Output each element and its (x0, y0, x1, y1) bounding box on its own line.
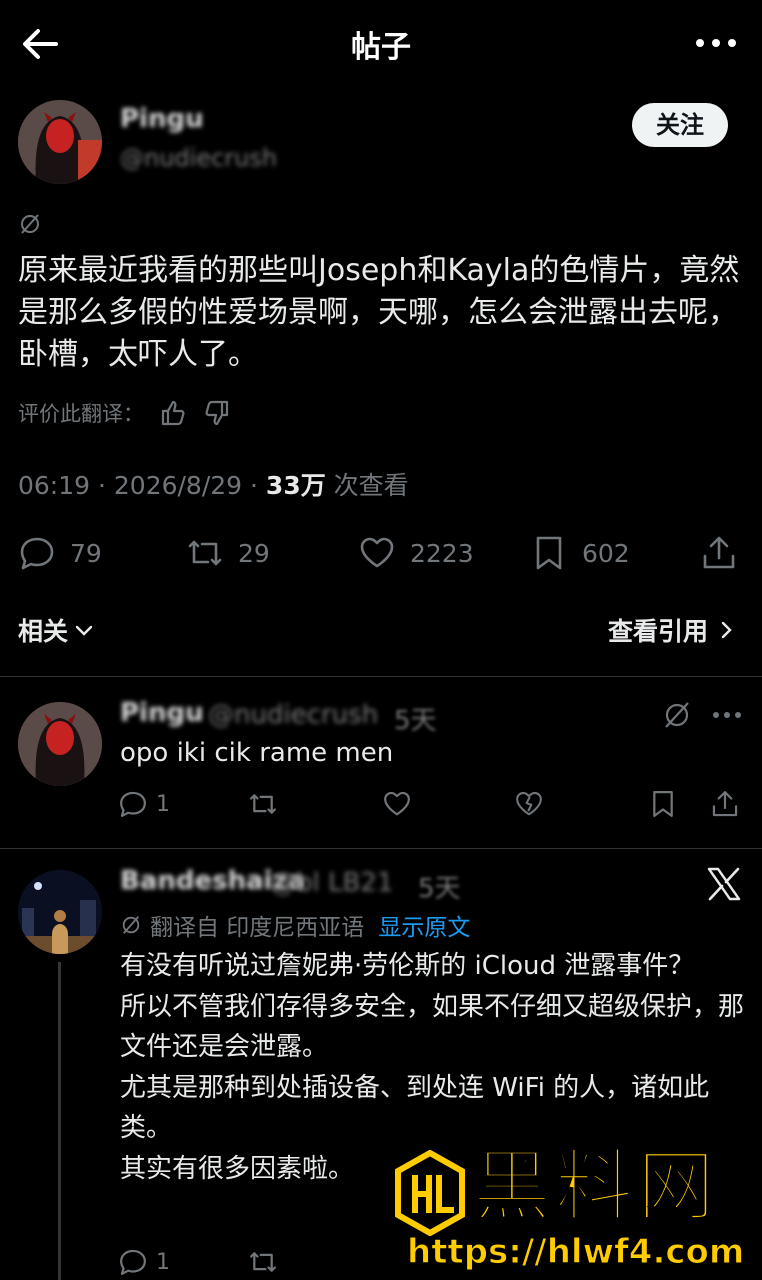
like-count: 2223 (410, 538, 474, 568)
top-bar: 帖子 (0, 0, 762, 86)
reply-text-line: 有没有听说过詹妮弗·劳伦斯的 iCloud 泄露事件？ (120, 951, 695, 981)
translated-from-label: 翻译自 印度尼西亚语 (150, 915, 365, 941)
share-icon (703, 536, 735, 569)
translate-icon (662, 700, 692, 730)
divider (0, 848, 762, 849)
chevron-down-icon (75, 625, 93, 636)
reply-text: opo iki cik rame men (120, 738, 394, 768)
share-button[interactable] (710, 786, 748, 822)
divider (0, 676, 762, 677)
author-name[interactable]: Pingu (120, 104, 204, 134)
reply-actions: 1 (118, 786, 748, 822)
related-dropdown[interactable]: 相关 (18, 612, 96, 648)
reply-author-name[interactable]: Pingu (120, 698, 204, 728)
translate-icon (18, 212, 42, 236)
heart-icon (384, 791, 410, 816)
post-time: 06:19 · 2026/8/29 · (18, 471, 266, 500)
rate-translation-label: 评价此翻译： (18, 402, 144, 426)
post-actions: 79 29 2223 602 (0, 530, 762, 576)
reply-count: 79 (70, 538, 102, 568)
follow-button[interactable]: 关注 (632, 103, 728, 147)
reply-avatar[interactable] (18, 870, 102, 954)
reply-count: 1 (156, 1249, 170, 1275)
reply-text-line: 所以不管我们存得多安全，如果不仔细又超级保护，那文件还是会泄露。 (120, 991, 745, 1063)
more-options-icon[interactable] (694, 28, 738, 58)
related-label: 相关 (18, 617, 69, 646)
watermark-brand: 黑料网 (472, 1141, 720, 1233)
thread-line (58, 962, 61, 1280)
post-text: 原来最近我看的那些叫Joseph和Kayla的色情片，竟然是那么多假的性爱场景啊… (18, 253, 740, 372)
bookmark-button[interactable]: 602 (530, 530, 630, 576)
watermark-url: https://hlwf4.com (406, 1232, 745, 1273)
rate-translation: 评价此翻译： (18, 398, 232, 428)
share-icon (712, 791, 738, 817)
bookmark-button[interactable] (648, 786, 686, 822)
repost-icon (188, 540, 222, 566)
broken-heart-icon (516, 791, 542, 816)
repost-button[interactable] (248, 1244, 286, 1280)
reply-age: 5天 (418, 874, 461, 904)
reply-icon (20, 537, 54, 570)
post-meta: 06:19 · 2026/8/29 · 33万 次查看 (18, 466, 409, 502)
share-button[interactable] (700, 530, 752, 576)
reply-more-icon[interactable] (712, 708, 742, 722)
chevron-right-icon (721, 621, 732, 639)
reply-avatar[interactable] (18, 702, 102, 786)
thumbs-up-icon[interactable] (158, 398, 188, 428)
reply-button[interactable]: 1 (118, 786, 170, 822)
repost-button[interactable] (248, 786, 286, 822)
repost-icon (250, 794, 276, 814)
reply-author-handle[interactable]: @bl LB21 (270, 868, 393, 898)
watermark: 黑料网 https://hlwf4.com (385, 1140, 762, 1280)
like-button[interactable]: 2223 (358, 530, 474, 576)
repost-icon (250, 1252, 276, 1272)
translate-icon (122, 916, 140, 934)
reply-text-line: 尤其是那种到处插设备、到处连 WiFi 的人，诸如此类。 (120, 1072, 710, 1144)
reply-button[interactable]: 1 (118, 1244, 170, 1280)
thumbs-down-icon[interactable] (202, 398, 232, 428)
avatar[interactable] (18, 100, 102, 184)
heart-icon (360, 537, 394, 568)
reply-author-handle[interactable]: @nudiecrush (208, 700, 378, 730)
repost-count: 29 (238, 538, 270, 568)
reply-icon (120, 791, 146, 817)
show-original-link[interactable]: 显示原文 (378, 908, 470, 942)
author-handle[interactable]: @nudiecrush (120, 144, 277, 172)
reply-age: 5天 (394, 706, 437, 736)
bookmark-count: 602 (582, 538, 630, 568)
translation-notice: 翻译自 印度尼西亚语 显示原文 (120, 908, 470, 942)
x-logo-icon (706, 866, 742, 902)
reply-icon (120, 1249, 146, 1275)
reply-count: 1 (156, 791, 170, 817)
broken-heart-button[interactable] (514, 786, 552, 822)
views-count: 33万 (265, 471, 326, 500)
reply-button[interactable]: 79 (18, 530, 102, 576)
page-title: 帖子 (351, 30, 411, 65)
like-button[interactable] (382, 786, 420, 822)
repost-button[interactable]: 29 (186, 530, 270, 576)
bookmark-icon (653, 791, 673, 817)
views-label: 次查看 (325, 471, 409, 500)
bookmark-icon (536, 536, 562, 570)
watermark-logo-icon (395, 1150, 465, 1236)
view-quotes-link[interactable]: 查看引用 (608, 612, 738, 648)
view-quotes-label: 查看引用 (607, 617, 708, 646)
